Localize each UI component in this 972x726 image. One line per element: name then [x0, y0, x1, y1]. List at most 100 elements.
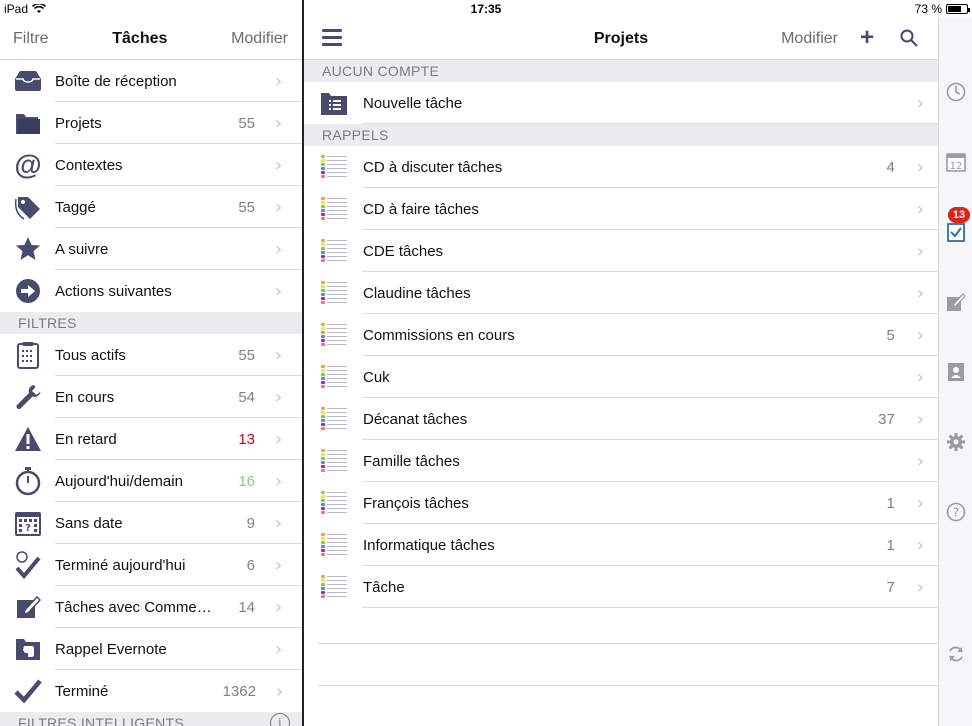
calendar-icon[interactable]: 12 [946, 152, 966, 172]
separator [318, 643, 938, 644]
new-task-row[interactable]: Nouvelle tâche › [304, 82, 938, 124]
chevron-right-icon: › [275, 196, 283, 218]
reminder-list-row[interactable]: Commissions en cours 5 › [304, 314, 938, 356]
item-follow-up[interactable]: A suivre › [0, 228, 302, 270]
filters-header: FILTRES [0, 312, 302, 334]
list-icon [319, 491, 349, 515]
battery-fill [948, 6, 961, 12]
list-label: CD à discuter tâches [363, 158, 503, 176]
reminder-list-row[interactable]: CDE tâches › [304, 230, 938, 272]
list-label: Tâche [363, 578, 405, 596]
info-icon[interactable]: i [270, 713, 290, 726]
item-count: 9 [246, 514, 255, 532]
search-icon[interactable] [900, 29, 918, 52]
tag-icon [9, 186, 47, 228]
item-contexts[interactable]: @ Contextes › [0, 144, 302, 186]
item-label: En cours [55, 388, 115, 406]
chevron-right-icon: › [916, 576, 924, 598]
add-icon[interactable]: + [860, 24, 874, 52]
no-account-header: AUCUN COMPTE [304, 60, 938, 82]
item-count: 55 [238, 346, 255, 364]
chevron-right-icon: › [275, 154, 283, 176]
filter-button[interactable]: Filtre [13, 30, 49, 48]
list-icon [319, 407, 349, 431]
filter-in-progress[interactable]: En cours 54 › [0, 376, 302, 418]
item-count: 6 [246, 556, 255, 574]
chevron-right-icon: › [916, 408, 924, 430]
filter-no-date[interactable]: ? Sans date 9 › [0, 502, 302, 544]
status-bar: iPad 17:35 73 % [0, 0, 972, 18]
item-label: Aujourd'hui/demain [55, 472, 183, 490]
list-count: 4 [886, 158, 895, 176]
filter-today-tomorrow[interactable]: Aujourd'hui/demain 16 › [0, 460, 302, 502]
chevron-right-icon: › [275, 238, 283, 260]
reminder-list-row[interactable]: CD à faire tâches › [304, 188, 938, 230]
separator [318, 685, 938, 686]
item-count: 14 [238, 598, 255, 616]
star-icon [9, 228, 47, 270]
list-icon [319, 197, 349, 221]
chevron-right-icon: › [916, 92, 924, 114]
notes-icon[interactable] [946, 292, 966, 312]
reminder-list-row[interactable]: Cuk › [304, 356, 938, 398]
sync-icon[interactable] [946, 644, 966, 664]
item-inbox[interactable]: Boîte de réception › [0, 60, 302, 102]
menu-icon[interactable] [322, 29, 342, 47]
clock-icon[interactable] [946, 82, 966, 102]
calendar-day: 12 [950, 161, 963, 172]
reminder-list-row[interactable]: Tâche 7 › [304, 566, 938, 608]
inbox-icon [9, 60, 47, 102]
list-count: 5 [886, 326, 895, 344]
settings-icon[interactable] [946, 432, 966, 452]
chevron-right-icon: › [275, 470, 283, 492]
filter-done-today[interactable]: Terminé aujourd'hui 6 › [0, 544, 302, 586]
reminder-list-row[interactable]: Claudine tâches › [304, 272, 938, 314]
item-label: Sans date [55, 514, 123, 532]
clipboard-icon [9, 334, 47, 376]
chevron-right-icon: › [916, 450, 924, 472]
item-count: 1362 [222, 682, 256, 700]
item-label: Taggé [55, 198, 96, 216]
task-list-folder-icon [319, 90, 349, 116]
reminder-list-row[interactable]: Informatique tâches 1 › [304, 524, 938, 566]
filter-completed[interactable]: Terminé 1362 › [0, 670, 302, 712]
item-projects[interactable]: Projets 55 › [0, 102, 302, 144]
contacts-icon[interactable] [946, 362, 966, 382]
list-label: CD à faire tâches [363, 200, 479, 218]
filter-evernote[interactable]: Rappel Evernote › [0, 628, 302, 670]
new-task-label: Nouvelle tâche [363, 94, 463, 112]
item-label: A suivre [55, 240, 109, 258]
note-edit-icon [9, 586, 47, 628]
filter-with-comments[interactable]: Tâches avec Comme… 14 › [0, 586, 302, 628]
item-label: Actions suivantes [55, 282, 172, 300]
chevron-right-icon: › [275, 596, 283, 618]
chevron-right-icon: › [275, 638, 283, 660]
item-label: Tâches avec Comme… [55, 598, 212, 616]
checkmark-icon [9, 670, 47, 712]
item-label: Terminé aujourd'hui [55, 556, 186, 574]
smart-filters-title: FILTRES INTELLIGENTS [18, 715, 184, 726]
reminder-list-row[interactable]: Famille tâches › [304, 440, 938, 482]
item-next-actions[interactable]: Actions suivantes › [0, 270, 302, 312]
filter-overdue[interactable]: En retard 13 › [0, 418, 302, 460]
status-right: 73 % [915, 2, 970, 16]
edit-projects-button[interactable]: Modifier [781, 30, 838, 48]
list-icon [319, 239, 349, 263]
reminder-list-row[interactable]: François tâches 1 › [304, 482, 938, 524]
list-label: Informatique tâches [363, 536, 495, 554]
tasks-icon[interactable] [946, 222, 966, 242]
tasks-nav: Filtre Tâches Modifier [0, 18, 302, 60]
chevron-right-icon: › [275, 344, 283, 366]
item-count: 16 [238, 472, 255, 490]
filter-all-active[interactable]: Tous actifs 55 › [0, 334, 302, 376]
help-icon[interactable]: ? [946, 502, 966, 522]
edit-button[interactable]: Modifier [231, 30, 288, 48]
item-count: 54 [238, 388, 255, 406]
reminder-list-row[interactable]: CD à discuter tâches 4 › [304, 146, 938, 188]
chevron-right-icon: › [275, 554, 283, 576]
list-count: 37 [878, 410, 895, 428]
list-icon [319, 281, 349, 305]
reminder-list-row[interactable]: Décanat tâches 37 › [304, 398, 938, 440]
svg-text:?: ? [25, 523, 31, 534]
item-tagged[interactable]: Taggé 55 › [0, 186, 302, 228]
